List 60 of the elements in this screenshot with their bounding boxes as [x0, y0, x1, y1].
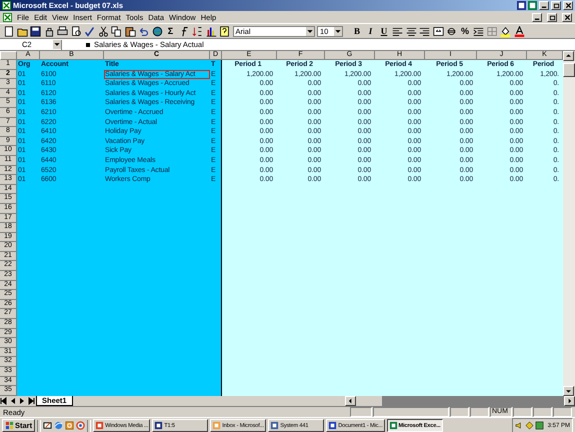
scissors-icon[interactable]	[98, 26, 108, 36]
font-color-icon[interactable]	[514, 26, 524, 36]
diamond-icon[interactable]	[524, 421, 534, 430]
scroll-thumb[interactable]	[563, 63, 575, 77]
scroll-up-icon[interactable]	[563, 51, 574, 61]
sheet-nav-icon[interactable]	[0, 397, 8, 405]
format-button[interactable]: B	[352, 25, 362, 37]
align-center-icon[interactable]	[406, 26, 416, 36]
select-all-corner[interactable]	[0, 51, 17, 60]
formula-marker-icon	[85, 42, 91, 48]
sort-icon[interactable]	[192, 26, 203, 36]
align-right-icon[interactable]	[419, 26, 430, 36]
close-icon	[564, 14, 570, 20]
fill-color-icon[interactable]	[500, 26, 511, 36]
dropdown-arrow-icon	[53, 40, 61, 49]
printer-icon[interactable]	[57, 26, 68, 36]
minimize-button[interactable]	[532, 12, 542, 22]
sheet-nav-icon[interactable]	[27, 397, 35, 405]
windows-logo-icon	[5, 421, 14, 430]
browser-icon[interactable]	[54, 421, 64, 430]
indent-icon[interactable]	[473, 26, 484, 36]
app-icon	[154, 421, 164, 430]
close-button[interactable]	[562, 12, 572, 22]
spreadsheet-app-icon	[2, 1, 11, 10]
minimize-button[interactable]	[539, 1, 549, 10]
percent-button[interactable]: %	[460, 25, 470, 37]
workbook-icon[interactable]	[3, 12, 12, 22]
horizontal-scrollbar[interactable]	[345, 396, 575, 406]
scroll-left-icon[interactable]	[345, 396, 356, 406]
scroll-right-icon[interactable]	[564, 396, 575, 406]
dropdown-arrow-icon	[334, 26, 342, 36]
scroll-down-icon[interactable]	[563, 386, 574, 396]
close-icon	[564, 2, 572, 9]
save-icon[interactable]	[30, 26, 41, 36]
undo-icon[interactable]	[138, 26, 149, 36]
spellcheck-icon[interactable]	[84, 26, 95, 36]
maximize-button[interactable]	[551, 1, 561, 10]
vertical-scrollbar[interactable]	[563, 51, 575, 396]
align-left-icon[interactable]	[392, 26, 403, 36]
format-button[interactable]: I	[365, 25, 376, 37]
new-file-icon[interactable]	[3, 26, 14, 36]
paste-icon[interactable]	[124, 26, 136, 36]
help-icon[interactable]	[219, 26, 230, 36]
app-icon	[212, 421, 222, 430]
dropdown-arrow-icon	[306, 26, 314, 36]
bar-chart-icon[interactable]	[206, 26, 216, 36]
app-icon	[388, 421, 398, 430]
autosum-button[interactable]: Σ	[165, 25, 176, 37]
close-button[interactable]	[563, 1, 573, 10]
format-button[interactable]: U	[378, 25, 390, 37]
app-icon	[328, 421, 338, 430]
globe-icon[interactable]	[152, 26, 162, 36]
merge-cells-icon[interactable]	[432, 26, 444, 36]
copy-icon[interactable]	[111, 26, 122, 36]
media-player-icon[interactable]	[76, 421, 86, 430]
lock-icon[interactable]	[44, 26, 54, 36]
scroll-thumb[interactable]	[356, 396, 382, 406]
maximize-button[interactable]	[547, 12, 557, 22]
app-icon	[95, 421, 104, 430]
app-icon	[270, 421, 280, 430]
